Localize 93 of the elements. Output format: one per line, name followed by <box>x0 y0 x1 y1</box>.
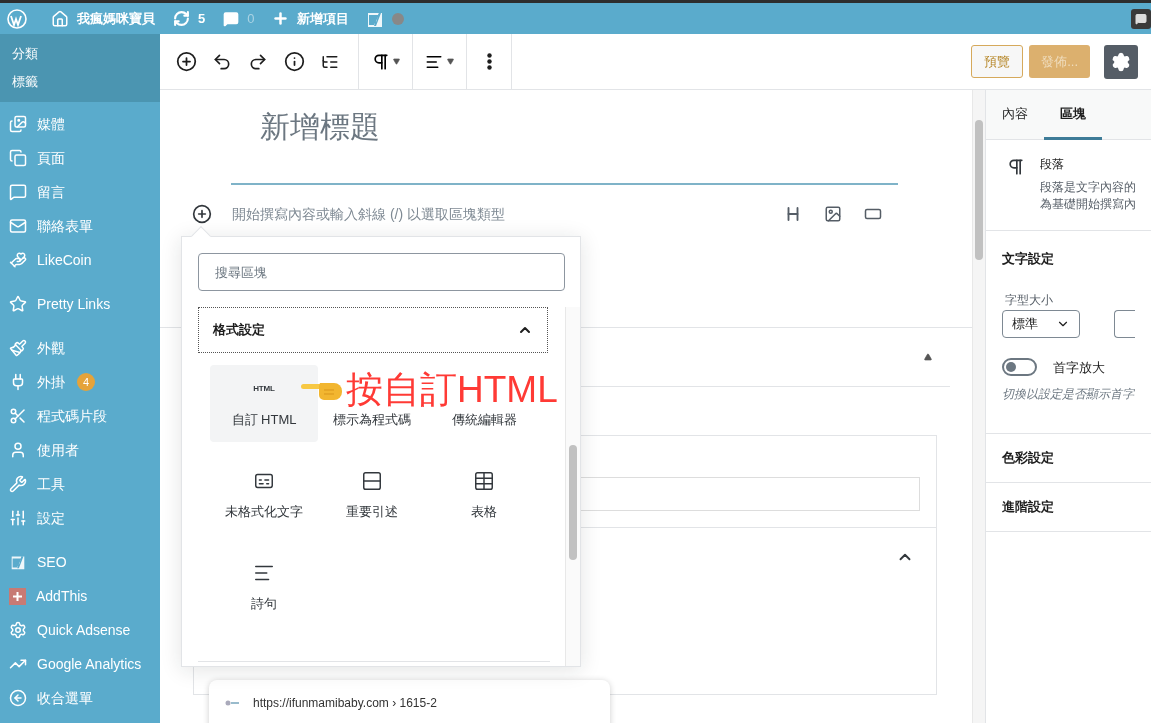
comment-icon <box>1135 12 1147 25</box>
settings-tab[interactable]: 內容 <box>986 90 1044 140</box>
collapse-caret-icon[interactable] <box>924 353 932 361</box>
link-preview-card[interactable]: https://ifunmamibaby.com › 1615-2 <box>209 680 610 723</box>
annotation-text: 按自訂HTML <box>346 368 558 412</box>
block-item[interactable]: 詩句 <box>251 593 277 614</box>
search-field[interactable]: 搜尋區塊 <box>198 253 565 291</box>
more-icon <box>486 53 492 70</box>
sidebar-item[interactable]: 頁面 <box>0 141 160 175</box>
field-label: 字型大小 <box>1005 291 1054 309</box>
section-title[interactable]: 進階設定 <box>986 483 1151 532</box>
font-size-select[interactable]: 標準 <box>1002 309 1080 338</box>
add-icon <box>175 51 197 72</box>
settings-button[interactable] <box>1104 44 1138 79</box>
star-icon <box>9 295 27 313</box>
paintbrush-icon <box>9 339 27 357</box>
plus-icon <box>272 10 290 27</box>
wordpress-logo-icon[interactable] <box>7 8 27 29</box>
sidebar-item[interactable]: 外掛 4 <box>0 365 160 399</box>
block-item[interactable]: 未格式化文字 <box>225 501 303 522</box>
quote-block-icon[interactable] <box>361 469 383 492</box>
settings-icon <box>1111 51 1131 72</box>
sliders-icon <box>9 509 27 527</box>
block-description: 段落是文字內容的 <box>1040 179 1136 196</box>
home-icon <box>51 9 69 28</box>
scrollbar-thumb[interactable] <box>569 445 577 560</box>
undo-icon <box>212 51 232 72</box>
sidebar-item[interactable]: 聯絡表單 <box>0 209 160 243</box>
block-item[interactable]: 傳統編輯器 <box>451 409 517 430</box>
sidebar-item[interactable]: 工具 <box>0 467 160 501</box>
sidebar-item[interactable]: 設定 <box>0 501 160 535</box>
sidebar-item[interactable]: 留言 <box>0 175 160 209</box>
scissors-icon <box>9 407 27 425</box>
link-url: https://ifunmamibaby.com › 1615-2 <box>253 695 437 712</box>
block-placeholder[interactable]: 開始撰寫內容或輸入斜線 (/) 以選取區塊類型 <box>232 203 772 225</box>
block-item[interactable]: 重要引述 <box>346 501 398 522</box>
caret-icon <box>447 58 454 65</box>
add-block-icon[interactable] <box>192 204 212 224</box>
comment-icon <box>223 10 240 27</box>
screen-options-icon[interactable] <box>1131 8 1151 29</box>
drop-cap-toggle[interactable] <box>1002 358 1037 377</box>
sidebar-item[interactable]: Google Analytics <box>0 647 160 681</box>
sidebar-item[interactable]: Pretty Links <box>0 287 160 321</box>
sidebar-item[interactable]: 媒體 <box>0 107 160 141</box>
block-item[interactable]: HTML 自訂 HTML <box>210 365 318 442</box>
plus-square-icon <box>9 587 26 605</box>
section-title[interactable]: 色彩設定 <box>986 434 1151 483</box>
image-icon[interactable] <box>824 205 842 223</box>
hand-icon <box>9 251 27 269</box>
sidebar-item[interactable]: 收合選單 <box>0 681 160 715</box>
settings-icon <box>9 621 27 639</box>
mail-icon <box>9 217 27 235</box>
help-text: 切換以設定是否顯示首字 <box>1002 386 1135 403</box>
preview-button[interactable]: 預覽 <box>971 45 1024 78</box>
comments-link[interactable]: 0 <box>223 8 255 29</box>
refresh-icon <box>173 10 190 27</box>
comment-icon <box>9 183 27 201</box>
block-item[interactable]: 表格 <box>471 501 497 522</box>
category-header[interactable]: 格式設定 <box>198 307 548 353</box>
submenu-item[interactable]: 標籤 <box>0 68 160 96</box>
publish-button[interactable]: 發佈... <box>1029 45 1090 78</box>
new-item-link[interactable]: 新增項目 <box>272 8 350 29</box>
images-icon <box>9 115 27 133</box>
sidebar-item[interactable]: 程式碼片段 <box>0 399 160 433</box>
title-placeholder[interactable]: 新增標題 <box>260 110 380 143</box>
section-title[interactable]: 文字設定 <box>1002 249 1135 269</box>
redo-icon <box>248 51 268 72</box>
sidebar-item[interactable]: AddThis <box>0 579 160 613</box>
table-icon[interactable] <box>473 469 495 492</box>
editor-scrollbar-thumb[interactable] <box>975 120 983 260</box>
caret-icon <box>393 58 400 65</box>
html-icon: HTML <box>253 377 275 400</box>
block-description: 為基礎開始撰寫內 <box>1040 196 1136 213</box>
user-icon <box>9 441 27 459</box>
block-name: 段落 <box>1040 156 1065 173</box>
info-icon <box>283 51 305 72</box>
sidebar-item[interactable]: LikeCoin <box>0 243 160 277</box>
sidebar-item[interactable]: 外觀 <box>0 331 160 365</box>
sidebar-item[interactable]: 使用者 <box>0 433 160 467</box>
sidebar-item[interactable]: Quick Adsense <box>0 613 160 647</box>
block-item[interactable]: 標示為程式碼 <box>333 409 411 430</box>
pages-icon <box>9 149 27 167</box>
sidebar-item[interactable]: SEO <box>0 545 160 579</box>
site-name-link[interactable]: 我瘋媽咪寶貝 <box>51 8 155 29</box>
wrench-icon <box>9 475 27 493</box>
custom-size-field[interactable] <box>1114 309 1135 338</box>
settings-tab[interactable]: 區塊 <box>1044 90 1102 140</box>
count-badge: 4 <box>77 373 95 391</box>
submenu-item[interactable]: 分類 <box>0 40 160 68</box>
favicon-icon <box>225 699 239 707</box>
collapse-icon <box>9 689 27 707</box>
updates-link[interactable]: 5 <box>173 8 206 29</box>
toggle-label: 首字放大 <box>1053 358 1105 377</box>
